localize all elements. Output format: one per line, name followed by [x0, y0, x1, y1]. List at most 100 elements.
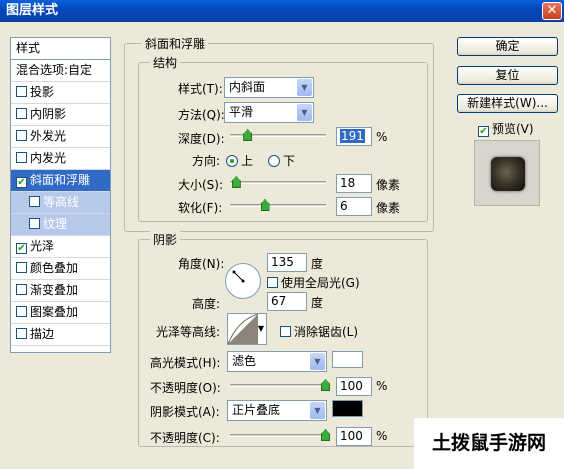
checkbox-icon[interactable] [16, 86, 27, 97]
shadow-opacity-input[interactable]: 100 [336, 427, 372, 446]
angle-unit: 度 [311, 257, 324, 271]
style-list-item[interactable]: 纹理 [11, 214, 110, 236]
checkbox-icon[interactable]: ✔ [16, 177, 27, 188]
direction-down-label: 下 [283, 154, 296, 168]
soften-unit: 像素 [376, 201, 401, 215]
style-list-item-label: 斜面和浮雕 [30, 173, 91, 187]
radio-on-icon [226, 155, 238, 167]
style-list-item-label: 外发光 [30, 129, 67, 143]
depth-input[interactable]: 191 [336, 127, 372, 146]
anti-alias-label: 消除锯齿(L) [294, 325, 359, 339]
shadow-opacity-slider[interactable] [230, 434, 326, 437]
ok-button[interactable]: 确定 [457, 37, 558, 56]
chevron-down-icon: ▼ [310, 353, 325, 370]
style-list-item-label: 等高线 [43, 195, 80, 209]
style-list-item[interactable]: 内阴影 [11, 104, 110, 126]
preview-swatch [491, 157, 525, 191]
soften-slider[interactable] [230, 204, 326, 207]
highlight-opacity-slider[interactable] [230, 384, 326, 387]
checkbox-icon[interactable] [16, 108, 27, 119]
preview-label: 预览(V) [492, 122, 534, 136]
shadow-color-swatch[interactable] [332, 400, 363, 417]
depth-label: 深度(D): [178, 132, 225, 146]
checkbox-icon[interactable] [29, 196, 40, 207]
checkbox-icon[interactable] [16, 328, 27, 339]
highlight-mode-select[interactable]: 滤色 ▼ [227, 351, 327, 372]
depth-unit: % [376, 130, 388, 144]
checkbox-icon [267, 277, 278, 288]
contour-curve-icon [228, 314, 258, 344]
style-list-item[interactable]: 颜色叠加 [11, 258, 110, 280]
style-list-item-label: 渐变叠加 [30, 283, 79, 297]
checkbox-icon[interactable] [16, 130, 27, 141]
style-list-item-label: 图案叠加 [30, 305, 79, 319]
style-list-item-label: 光泽 [30, 239, 55, 253]
style-list-item[interactable]: 内发光 [11, 148, 110, 170]
checkbox-icon[interactable]: ✔ [16, 243, 27, 254]
style-list-item[interactable]: 等高线 [11, 192, 110, 214]
style-list-item-label: 描边 [30, 327, 55, 341]
shadow-mode-select[interactable]: 正片叠底 ▼ [227, 400, 327, 421]
size-unit: 像素 [376, 178, 401, 192]
direction-down-radio[interactable]: 下 [268, 152, 295, 169]
gloss-contour-picker[interactable]: ▼ [227, 313, 267, 345]
reset-button[interactable]: 复位 [457, 66, 558, 85]
altitude-label: 高度: [192, 297, 221, 311]
chevron-down-icon: ▼ [257, 324, 264, 333]
soften-input[interactable]: 6 [336, 197, 372, 216]
global-light-label: 使用全局光(G) [281, 276, 360, 290]
bevel-style-select[interactable]: 内斜面 ▼ [224, 77, 314, 98]
technique-label: 方法(Q): [178, 108, 225, 122]
highlight-color-swatch[interactable] [332, 351, 363, 368]
preview-checkbox[interactable]: ✔ 预览(V) [478, 120, 534, 137]
new-style-button[interactable]: 新建样式(W)... [457, 94, 558, 113]
soften-label: 软化(F): [178, 201, 223, 215]
checkbox-icon[interactable] [16, 284, 27, 295]
chevron-down-icon: ▼ [297, 104, 312, 121]
direction-up-radio[interactable]: 上 [226, 152, 253, 169]
style-preview-thumbnail [474, 140, 540, 206]
checkbox-icon [280, 326, 291, 337]
size-slider[interactable] [230, 181, 326, 184]
style-list-item[interactable]: 混合选项:自定 [11, 60, 110, 82]
technique-select[interactable]: 平滑 ▼ [224, 102, 314, 123]
shadow-mode-label: 阴影模式(A): [150, 405, 220, 419]
technique-value: 平滑 [229, 105, 254, 119]
style-list-item[interactable]: 渐变叠加 [11, 280, 110, 302]
checkbox-icon[interactable] [16, 152, 27, 163]
style-list-header[interactable]: 样式 [11, 38, 110, 60]
direction-up-label: 上 [241, 154, 254, 168]
global-light-checkbox[interactable]: 使用全局光(G) [267, 274, 360, 291]
shadow-mode-value: 正片叠底 [232, 403, 281, 417]
style-list-item-label: 颜色叠加 [30, 261, 79, 275]
checkbox-icon[interactable] [16, 262, 27, 273]
chevron-down-icon: ▼ [297, 79, 312, 96]
style-list-item[interactable]: ✔ 光泽 [11, 236, 110, 258]
style-list-item[interactable]: 描边 [11, 324, 110, 346]
chevron-down-icon: ▼ [310, 402, 325, 419]
size-label: 大小(S): [178, 178, 224, 192]
angle-dial-icon [232, 270, 245, 283]
angle-input[interactable]: 135 [267, 253, 307, 272]
style-list-item[interactable]: 图案叠加 [11, 302, 110, 324]
checkbox-icon[interactable] [16, 306, 27, 317]
structure-title: 结构 [150, 54, 181, 71]
altitude-unit: 度 [311, 296, 324, 310]
style-list-item[interactable]: 外发光 [11, 126, 110, 148]
window-title: 图层样式 [6, 3, 59, 18]
bevel-style-value: 内斜面 [229, 80, 266, 94]
altitude-input[interactable]: 67 [267, 292, 307, 311]
anti-alias-checkbox[interactable]: 消除锯齿(L) [280, 323, 358, 340]
close-icon[interactable]: ✕ [542, 2, 562, 20]
size-input[interactable]: 18 [336, 174, 372, 193]
angle-dial[interactable] [225, 263, 261, 299]
radio-off-icon [268, 155, 280, 167]
bevel-emboss-title: 斜面和浮雕 [142, 35, 209, 52]
checkbox-icon: ✔ [478, 126, 489, 137]
direction-label: 方向: [192, 154, 221, 168]
shading-title: 阴影 [150, 231, 181, 248]
style-list-item[interactable]: ✔ 斜面和浮雕 [11, 170, 110, 192]
checkbox-icon[interactable] [29, 218, 40, 229]
style-list-item[interactable]: 投影 [11, 82, 110, 104]
highlight-opacity-input[interactable]: 100 [336, 377, 372, 396]
